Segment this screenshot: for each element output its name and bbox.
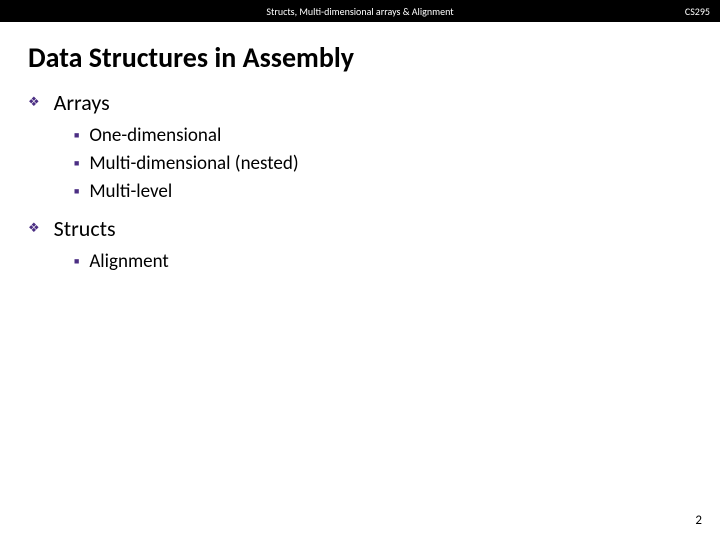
section-label: Arrays <box>54 89 110 117</box>
content: ❖ Arrays ▪ One-dimensional ▪ Multi-dimen… <box>28 89 720 275</box>
header-right: CS295 <box>685 5 710 18</box>
slide: Structs, Multi-dimensional arrays & Alig… <box>0 0 720 540</box>
list-item: ▪ One-dimensional <box>74 123 720 149</box>
header-center: Structs, Multi-dimensional arrays & Alig… <box>266 5 453 18</box>
page-number: 2 <box>695 513 702 528</box>
diamond-bullet-icon: ❖ <box>28 215 40 243</box>
section-label: Structs <box>54 215 116 243</box>
item-text: Multi-dimensional (nested) <box>89 151 298 177</box>
item-text: Alignment <box>89 249 168 275</box>
section-structs-items: ▪ Alignment <box>74 249 720 275</box>
header-bar: Structs, Multi-dimensional arrays & Alig… <box>0 0 720 22</box>
list-item: ▪ Alignment <box>74 249 720 275</box>
square-bullet-icon: ▪ <box>74 179 79 205</box>
section-arrays-items: ▪ One-dimensional ▪ Multi-dimensional (n… <box>74 123 720 205</box>
list-item: ▪ Multi-level <box>74 179 720 205</box>
list-item: ▪ Multi-dimensional (nested) <box>74 151 720 177</box>
square-bullet-icon: ▪ <box>74 151 79 177</box>
diamond-bullet-icon: ❖ <box>28 89 40 117</box>
section-structs: ❖ Structs <box>28 215 720 243</box>
slide-title: Data Structures in Assembly <box>28 40 720 75</box>
item-text: Multi-level <box>89 179 172 205</box>
square-bullet-icon: ▪ <box>74 123 79 149</box>
item-text: One-dimensional <box>89 123 221 149</box>
section-arrays: ❖ Arrays <box>28 89 720 117</box>
square-bullet-icon: ▪ <box>74 249 79 275</box>
